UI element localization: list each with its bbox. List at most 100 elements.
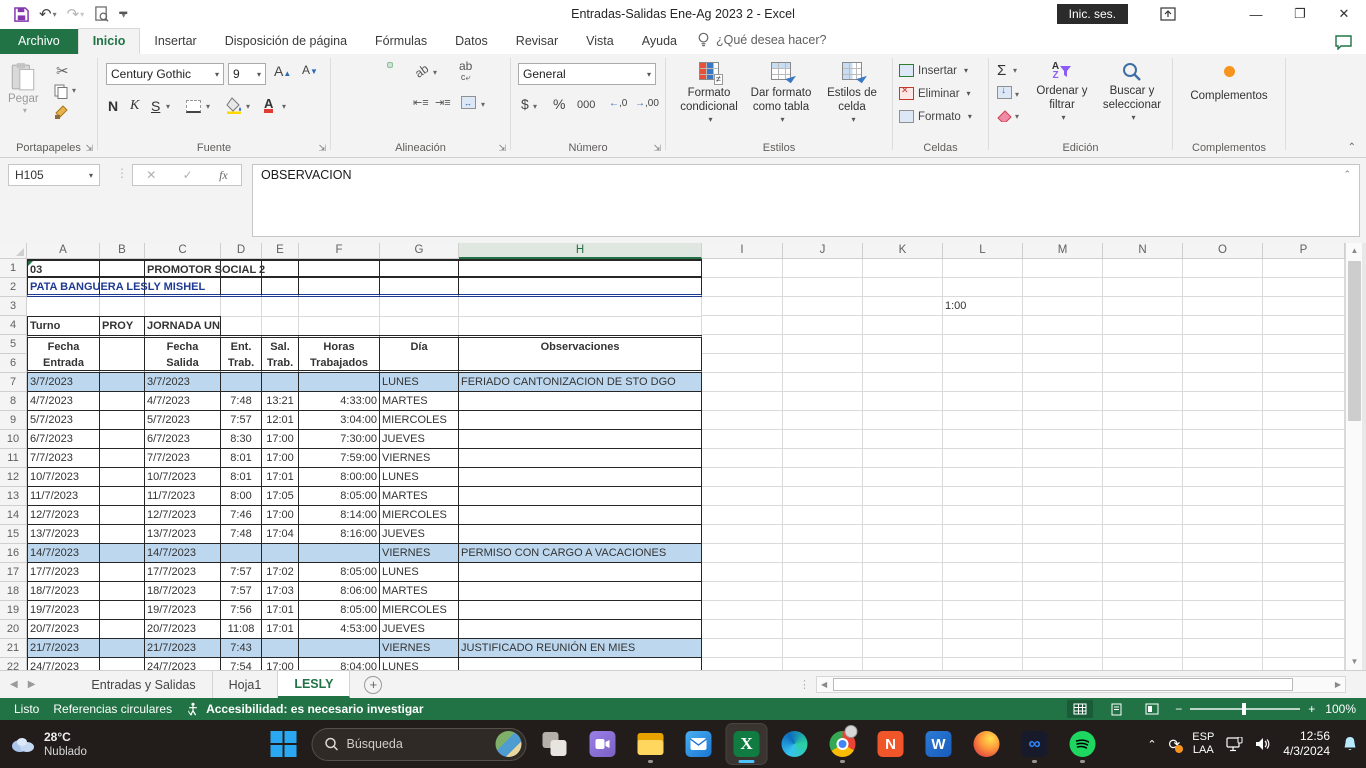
insert-function-icon[interactable]: fx <box>219 168 228 183</box>
minimize-button[interactable]: — <box>1234 0 1278 28</box>
circular-references-status[interactable]: Referencias circulares <box>53 702 172 716</box>
cell-D4[interactable] <box>221 316 262 335</box>
cell-D2[interactable] <box>221 278 262 297</box>
cell-B8[interactable] <box>100 392 145 411</box>
vertical-scrollbar[interactable]: ▲ ▼ <box>1345 243 1362 670</box>
cell-J13[interactable] <box>783 487 863 506</box>
cell-H16[interactable]: PERMISO CON CARGO A VACACIONES <box>459 544 702 563</box>
cell-E6[interactable]: Trab. <box>262 354 299 373</box>
cell-L15[interactable] <box>943 525 1023 544</box>
cell-H11[interactable] <box>459 449 702 468</box>
cell-K1[interactable] <box>863 259 943 278</box>
autosum-icon[interactable]: Σ <box>997 62 1006 79</box>
cell-A13[interactable]: 11/7/2023 <box>27 487 100 506</box>
cell-P1[interactable] <box>1263 259 1345 278</box>
cell-N9[interactable] <box>1103 411 1183 430</box>
column-header-O[interactable]: O <box>1183 243 1263 259</box>
cell-G19[interactable]: MIERCOLES <box>380 601 459 620</box>
orientation-dropdown[interactable]: ▾ <box>433 68 437 77</box>
cell-L2[interactable] <box>943 278 1023 297</box>
cell-F11[interactable]: 7:59:00 <box>299 449 380 468</box>
row-header-11[interactable]: 11 <box>0 449 27 468</box>
row-header-19[interactable]: 19 <box>0 601 27 620</box>
cell-I19[interactable] <box>702 601 783 620</box>
cell-I8[interactable] <box>702 392 783 411</box>
cell-M11[interactable] <box>1023 449 1103 468</box>
cell-A20[interactable]: 20/7/2023 <box>27 620 100 639</box>
cell-E8[interactable]: 13:21 <box>262 392 299 411</box>
cell-G3[interactable] <box>380 297 459 316</box>
cell-D22[interactable]: 7:54 <box>221 658 262 670</box>
cell-E19[interactable]: 17:01 <box>262 601 299 620</box>
cell-I9[interactable] <box>702 411 783 430</box>
cell-G16[interactable]: VIERNES <box>380 544 459 563</box>
alignment-dialog-launcher[interactable]: ⇲ <box>498 143 506 154</box>
cell-K18[interactable] <box>863 582 943 601</box>
cell-B14[interactable] <box>100 506 145 525</box>
row-header-8[interactable]: 8 <box>0 392 27 411</box>
cell-B22[interactable] <box>100 658 145 670</box>
format-painter-icon[interactable] <box>54 104 69 119</box>
cut-icon[interactable]: ✂ <box>56 62 69 80</box>
cell-H17[interactable] <box>459 563 702 582</box>
cell-B3[interactable] <box>100 297 145 316</box>
cell-C18[interactable]: 18/7/2023 <box>145 582 221 601</box>
fill-color-icon[interactable] <box>226 96 244 114</box>
cell-I6[interactable] <box>702 354 783 373</box>
cell-F19[interactable]: 8:05:00 <box>299 601 380 620</box>
ribbon-tab-inicio[interactable]: Inicio <box>78 28 141 54</box>
cell-B17[interactable] <box>100 563 145 582</box>
cell-B9[interactable] <box>100 411 145 430</box>
cell-O15[interactable] <box>1183 525 1263 544</box>
cell-J15[interactable] <box>783 525 863 544</box>
cell-J3[interactable] <box>783 297 863 316</box>
new-sheet-button[interactable]: + <box>364 676 382 694</box>
cell-H20[interactable] <box>459 620 702 639</box>
cell-G10[interactable]: JUEVES <box>380 430 459 449</box>
decrease-indent-icon[interactable]: ⇤≡ <box>413 96 429 109</box>
cell-A3[interactable] <box>27 297 100 316</box>
cell-D5[interactable]: Ent. <box>221 335 262 354</box>
clear-dropdown[interactable]: ▾ <box>1015 112 1019 121</box>
row-header-5[interactable]: 5 <box>0 335 27 354</box>
cell-M17[interactable] <box>1023 563 1103 582</box>
cell-E22[interactable]: 17:00 <box>262 658 299 670</box>
cell-H3[interactable] <box>459 297 702 316</box>
row-header-10[interactable]: 10 <box>0 430 27 449</box>
cell-K15[interactable] <box>863 525 943 544</box>
cell-J22[interactable] <box>783 658 863 670</box>
conditional-formatting-button[interactable]: ≠ Formato condicional▾ <box>678 62 740 125</box>
cell-E21[interactable] <box>262 639 299 658</box>
cell-A15[interactable]: 13/7/2023 <box>27 525 100 544</box>
insert-cells-button[interactable]: Insertar▾ <box>899 64 968 77</box>
cell-A16[interactable]: 14/7/2023 <box>27 544 100 563</box>
cell-M13[interactable] <box>1023 487 1103 506</box>
cell-J8[interactable] <box>783 392 863 411</box>
cell-N21[interactable] <box>1103 639 1183 658</box>
grow-font-icon[interactable]: A▲ <box>274 63 291 79</box>
cell-C4[interactable]: JORNADA UN <box>145 316 221 335</box>
cell-N8[interactable] <box>1103 392 1183 411</box>
cell-J21[interactable] <box>783 639 863 658</box>
cell-B12[interactable] <box>100 468 145 487</box>
ribbon-tab-datos[interactable]: Datos <box>441 29 502 54</box>
cell-N5[interactable] <box>1103 335 1183 354</box>
cell-O13[interactable] <box>1183 487 1263 506</box>
cell-L14[interactable] <box>943 506 1023 525</box>
cell-J14[interactable] <box>783 506 863 525</box>
cell-P19[interactable] <box>1263 601 1345 620</box>
cell-M22[interactable] <box>1023 658 1103 670</box>
horizontal-scroll-thumb[interactable] <box>833 678 1293 691</box>
cell-I22[interactable] <box>702 658 783 670</box>
ribbon-tab-vista[interactable]: Vista <box>572 29 628 54</box>
cell-J18[interactable] <box>783 582 863 601</box>
sort-filter-button[interactable]: AZ Ordenar y filtrar▾ <box>1031 62 1093 123</box>
cell-K17[interactable] <box>863 563 943 582</box>
cell-B15[interactable] <box>100 525 145 544</box>
comma-style-icon[interactable]: 000 <box>577 99 595 111</box>
percent-icon[interactable]: % <box>553 96 565 112</box>
cell-M4[interactable] <box>1023 316 1103 335</box>
cell-O2[interactable] <box>1183 278 1263 297</box>
cell-I13[interactable] <box>702 487 783 506</box>
delete-cells-button[interactable]: ✕Eliminar▾ <box>899 87 971 100</box>
